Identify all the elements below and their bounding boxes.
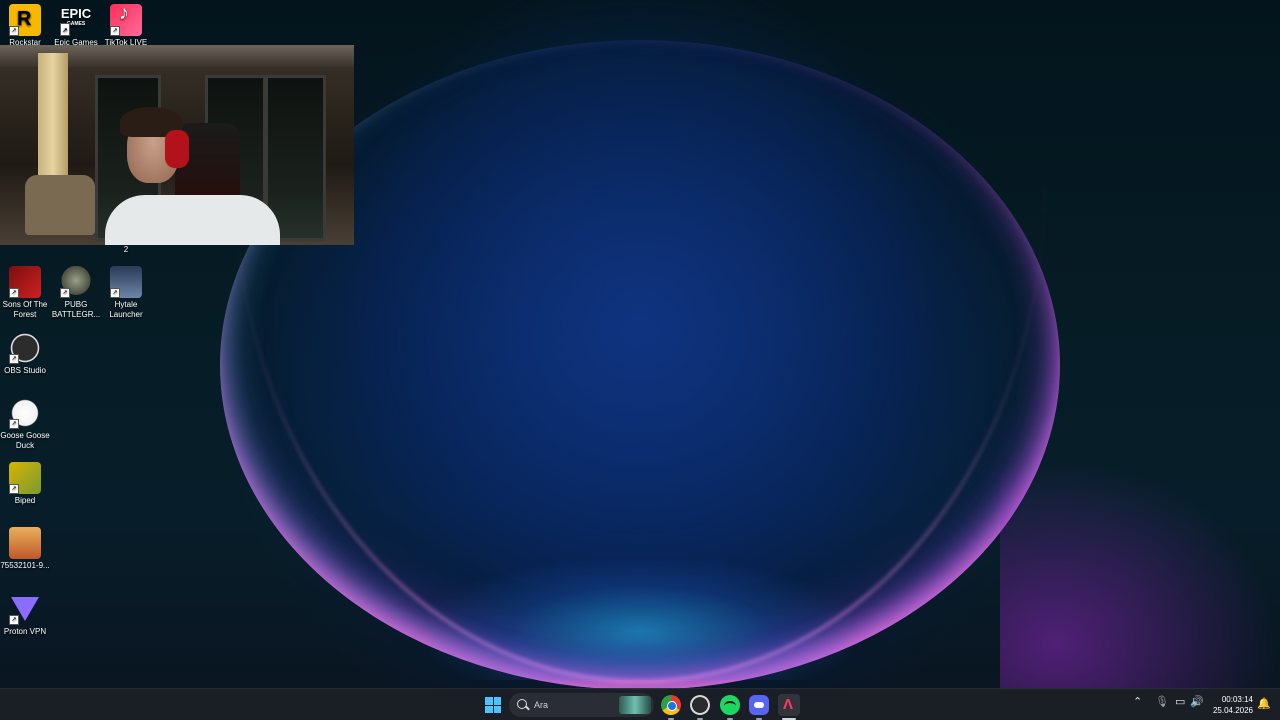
- obs-studio-icon: ↗: [9, 332, 41, 364]
- desktop-icon-biped[interactable]: ↗ Biped: [0, 462, 50, 506]
- biped-icon: ↗: [9, 462, 41, 494]
- desktop-icon-epic-games[interactable]: EPIC GAMES ↗ Epic Games: [51, 4, 101, 48]
- desktop-icon-label: Proton VPN: [3, 627, 47, 636]
- desktop-icon-sons-of-the-forest[interactable]: ↗ Sons Of The Forest: [0, 266, 50, 320]
- desktop-icon-pubg[interactable]: ↗ PUBG BATTLEGR...: [51, 266, 101, 320]
- taskbar-search[interactable]: Ara: [509, 693, 654, 717]
- active-app-icon[interactable]: [778, 694, 800, 716]
- desktop-icon-rockstar[interactable]: ↗ Rockstar: [0, 4, 50, 48]
- windows-start-icon: [485, 697, 501, 713]
- show-hidden-icons-chevron-icon[interactable]: ⌃: [1133, 695, 1142, 708]
- pubg-icon: ↗: [60, 266, 92, 298]
- volume-icon[interactable]: 🔊: [1190, 695, 1204, 708]
- epic-logo-text: EPIC: [60, 6, 92, 21]
- rockstar-icon: ↗: [9, 4, 41, 36]
- desktop-icon-label: 75532101-9...: [0, 561, 50, 570]
- webcam-overlay: [0, 45, 354, 245]
- goose-goose-duck-icon: ↗: [9, 397, 41, 429]
- sons-of-the-forest-icon: ↗: [9, 266, 41, 298]
- chrome-icon[interactable]: [661, 695, 681, 715]
- search-highlight-image: [619, 696, 651, 714]
- search-icon: [517, 699, 527, 709]
- taskbar-clock[interactable]: 00:03:14 25.04.2026: [1205, 694, 1253, 716]
- taskbar: Ara ⌃ 🎙 ▭ 🔊 00:03:14 25.04.2026 🔔: [0, 688, 1280, 720]
- webcam-caption: 2: [123, 245, 129, 254]
- webcam-armchair: [25, 175, 95, 235]
- desktop-icon-label: Biped: [14, 496, 36, 505]
- obs-icon[interactable]: [690, 695, 710, 715]
- desktop-icon-tiktok-live[interactable]: ↗ TikTok LIVE: [101, 4, 151, 48]
- clock-date: 25.04.2026: [1212, 706, 1253, 715]
- notifications-icon[interactable]: 🔔: [1257, 697, 1271, 710]
- webcam-person-body: [105, 195, 280, 245]
- start-button[interactable]: [481, 693, 505, 717]
- clock-time: 00:03:14: [1221, 695, 1253, 704]
- image-file-icon: [9, 527, 41, 559]
- desktop-icon-goose-goose-duck[interactable]: ↗ Goose Goose Duck: [0, 397, 50, 451]
- hytale-launcher-icon: ↗: [110, 266, 142, 298]
- webcam-headset: [165, 130, 189, 168]
- desktop-icon-image-file[interactable]: 75532101-9...: [0, 527, 50, 571]
- wallpaper-rim: [235, 180, 1045, 683]
- desktop-icon-label: OBS Studio: [4, 366, 46, 375]
- desktop-icon-hytale-launcher[interactable]: ↗ Hytale Launcher: [101, 266, 151, 320]
- discord-icon[interactable]: [749, 695, 769, 715]
- desktop-icon-label: Hytale Launcher: [109, 300, 143, 319]
- desktop-icon-proton-vpn[interactable]: ↗ Proton VPN: [0, 593, 50, 637]
- spotify-icon[interactable]: [720, 695, 740, 715]
- network-icon[interactable]: ▭: [1175, 695, 1185, 708]
- epic-games-icon: EPIC GAMES ↗: [60, 6, 92, 36]
- desktop-icon-obs-studio[interactable]: ↗ OBS Studio: [0, 332, 50, 376]
- desktop-icon-label: Sons Of The Forest: [2, 300, 48, 319]
- wallpaper-glow-bottom: [430, 560, 850, 680]
- tiktok-live-icon: ↗: [110, 4, 142, 36]
- search-placeholder: Ara: [534, 700, 549, 710]
- proton-vpn-icon: ↗: [9, 593, 41, 625]
- desktop-icon-label: PUBG BATTLEGR...: [51, 300, 101, 319]
- wallpaper-glow-right: [1000, 460, 1280, 690]
- microphone-icon[interactable]: 🎙: [1155, 695, 1169, 708]
- desktop-icon-label: Goose Goose Duck: [0, 431, 50, 450]
